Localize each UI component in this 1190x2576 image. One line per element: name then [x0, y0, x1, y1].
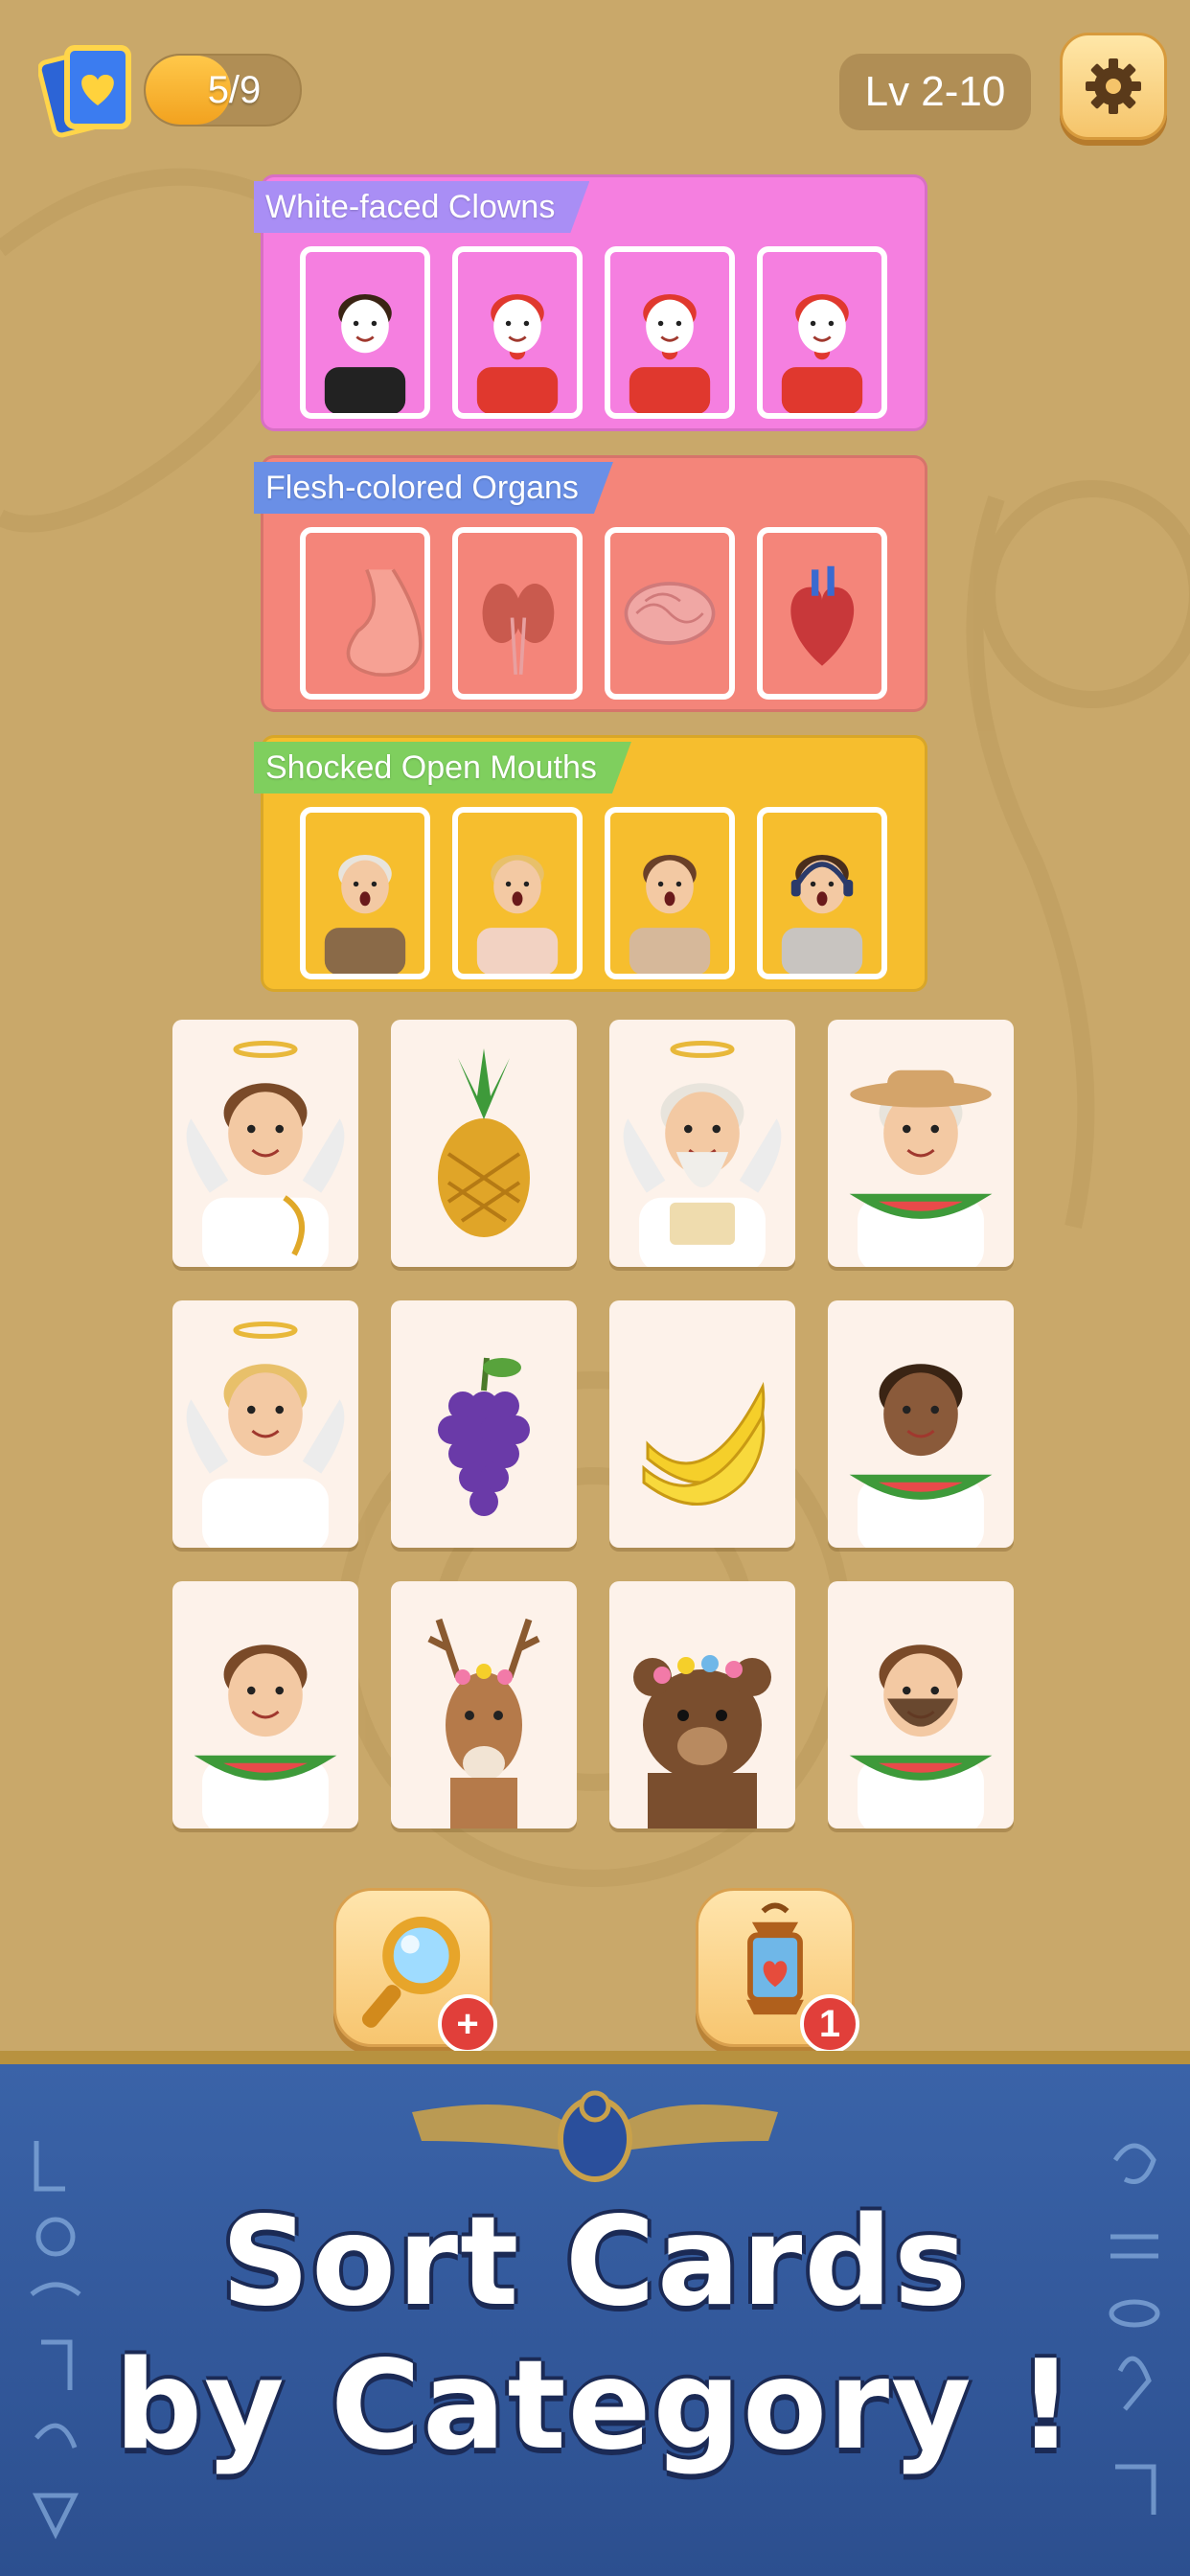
- boy-eating-watermelon-art: [194, 1644, 337, 1828]
- banner-headline-line1: Sort Cards: [220, 2191, 970, 2334]
- old-sage-with-scroll-art: [623, 1041, 782, 1267]
- lantern-booster-button[interactable]: 1: [696, 1888, 859, 2054]
- card-deck-heart-icon: [38, 45, 131, 138]
- slot-card[interactable]: [300, 527, 430, 700]
- slot-card[interactable]: [605, 527, 735, 700]
- card-grapes[interactable]: [391, 1300, 577, 1548]
- jester-clown-art: [781, 293, 863, 413]
- heart-art: [790, 565, 855, 666]
- progress-bar: 5/9: [144, 54, 302, 126]
- stomach-art: [346, 568, 423, 678]
- category-label: Shocked Open Mouths: [254, 742, 631, 794]
- card-angel-woman[interactable]: [172, 1300, 358, 1548]
- shocked-man-art: [629, 854, 711, 974]
- deer-with-flower-crown-art: [427, 1618, 540, 1828]
- card-deer-with-flower-crown[interactable]: [391, 1581, 577, 1828]
- card-old-sage-with-scroll[interactable]: [609, 1020, 795, 1267]
- category-label: White-faced Clowns: [254, 181, 589, 233]
- slot-card[interactable]: [605, 246, 735, 419]
- slot-card[interactable]: [300, 807, 430, 979]
- kidneys-art: [482, 584, 555, 675]
- magnifier-booster-button[interactable]: +: [333, 1888, 497, 2054]
- card-cherub-with-lyre[interactable]: [172, 1020, 358, 1267]
- polka-dot-clown-art: [629, 293, 711, 413]
- category-panel-clowns[interactable]: White-faced Clowns: [261, 174, 927, 431]
- settings-button[interactable]: [1060, 33, 1167, 140]
- booster-badge: 1: [800, 1994, 859, 2054]
- shocked-old-man-art: [324, 854, 406, 974]
- category-panel-shocked[interactable]: Shocked Open Mouths: [261, 735, 927, 992]
- woman-eating-watermelon-art: [849, 1364, 993, 1548]
- gear-icon: [1086, 58, 1141, 114]
- cherub-with-lyre-art: [186, 1041, 345, 1267]
- slot-card[interactable]: [452, 807, 583, 979]
- slot-card[interactable]: [605, 807, 735, 979]
- slot-card[interactable]: [757, 246, 887, 419]
- card-boy-eating-watermelon[interactable]: [172, 1581, 358, 1828]
- card-bear-with-flower-crown[interactable]: [609, 1581, 795, 1828]
- slot-card[interactable]: [452, 527, 583, 700]
- slot-card[interactable]: [757, 807, 887, 979]
- grapes-art: [438, 1357, 530, 1516]
- card-woman-eating-watermelon[interactable]: [828, 1300, 1014, 1548]
- angel-woman-art: [186, 1322, 345, 1548]
- card-bearded-man-eating-watermelon[interactable]: [828, 1581, 1014, 1828]
- card-bananas[interactable]: [609, 1300, 795, 1548]
- level-indicator: Lv 2-10: [839, 54, 1031, 130]
- category-panel-organs[interactable]: Flesh-colored Organs: [261, 455, 927, 712]
- progress-text: 5/9: [207, 68, 262, 111]
- category-label: Flesh-colored Organs: [254, 462, 613, 514]
- bearded-man-eating-watermelon-art: [849, 1644, 993, 1828]
- harlequin-jester-art: [476, 293, 559, 413]
- brain-art: [624, 582, 716, 645]
- card-pineapple[interactable]: [391, 1020, 577, 1267]
- bananas-art: [642, 1381, 766, 1506]
- card-grandma-eating-watermelon[interactable]: [828, 1020, 1014, 1267]
- shocked-teen-headphones-art: [781, 854, 863, 974]
- slot-card[interactable]: [757, 527, 887, 700]
- shocked-blonde-woman-art: [476, 854, 559, 974]
- slot-card[interactable]: [452, 246, 583, 419]
- pineapple-art: [438, 1048, 530, 1237]
- grandma-eating-watermelon-art: [849, 1070, 993, 1267]
- winged-scarab-icon: [412, 2090, 778, 2182]
- bear-with-flower-crown-art: [633, 1655, 771, 1828]
- booster-badge: +: [438, 1994, 497, 2054]
- slot-card[interactable]: [300, 246, 430, 419]
- banner-headline-line2: by Category !: [114, 2334, 1076, 2477]
- mime-art: [324, 293, 406, 413]
